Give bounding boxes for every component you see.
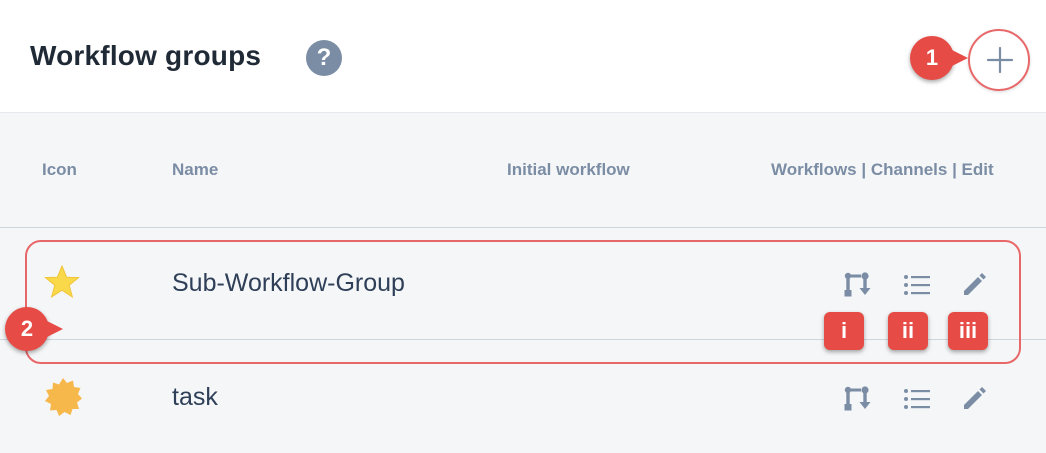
header-divider	[0, 227, 1046, 228]
workflow-branch-icon[interactable]	[843, 386, 871, 412]
row-name: task	[172, 383, 218, 411]
badge-burst-icon	[45, 378, 82, 416]
callout-i: i	[824, 312, 864, 350]
row-highlight-annotation	[25, 240, 1021, 364]
column-header-actions: Workflows | Channels | Edit	[771, 160, 994, 179]
page-header: Workflow groups ?	[0, 0, 1046, 113]
plus-icon	[986, 46, 1014, 74]
callout-ii: ii	[888, 312, 928, 350]
list-icon[interactable]	[903, 387, 931, 411]
question-circle-icon[interactable]: ?	[306, 40, 342, 76]
add-workflow-group-button[interactable]	[968, 29, 1030, 91]
column-header-icon: Icon	[42, 160, 77, 179]
column-header-initial-workflow: Initial workflow	[507, 160, 630, 179]
column-header-name: Name	[172, 160, 219, 179]
callout-1: 1	[910, 36, 968, 80]
page-title: Workflow groups	[30, 40, 262, 71]
callout-iii: iii	[948, 312, 988, 350]
callout-2: 2	[5, 307, 63, 351]
pencil-icon[interactable]	[962, 385, 988, 411]
